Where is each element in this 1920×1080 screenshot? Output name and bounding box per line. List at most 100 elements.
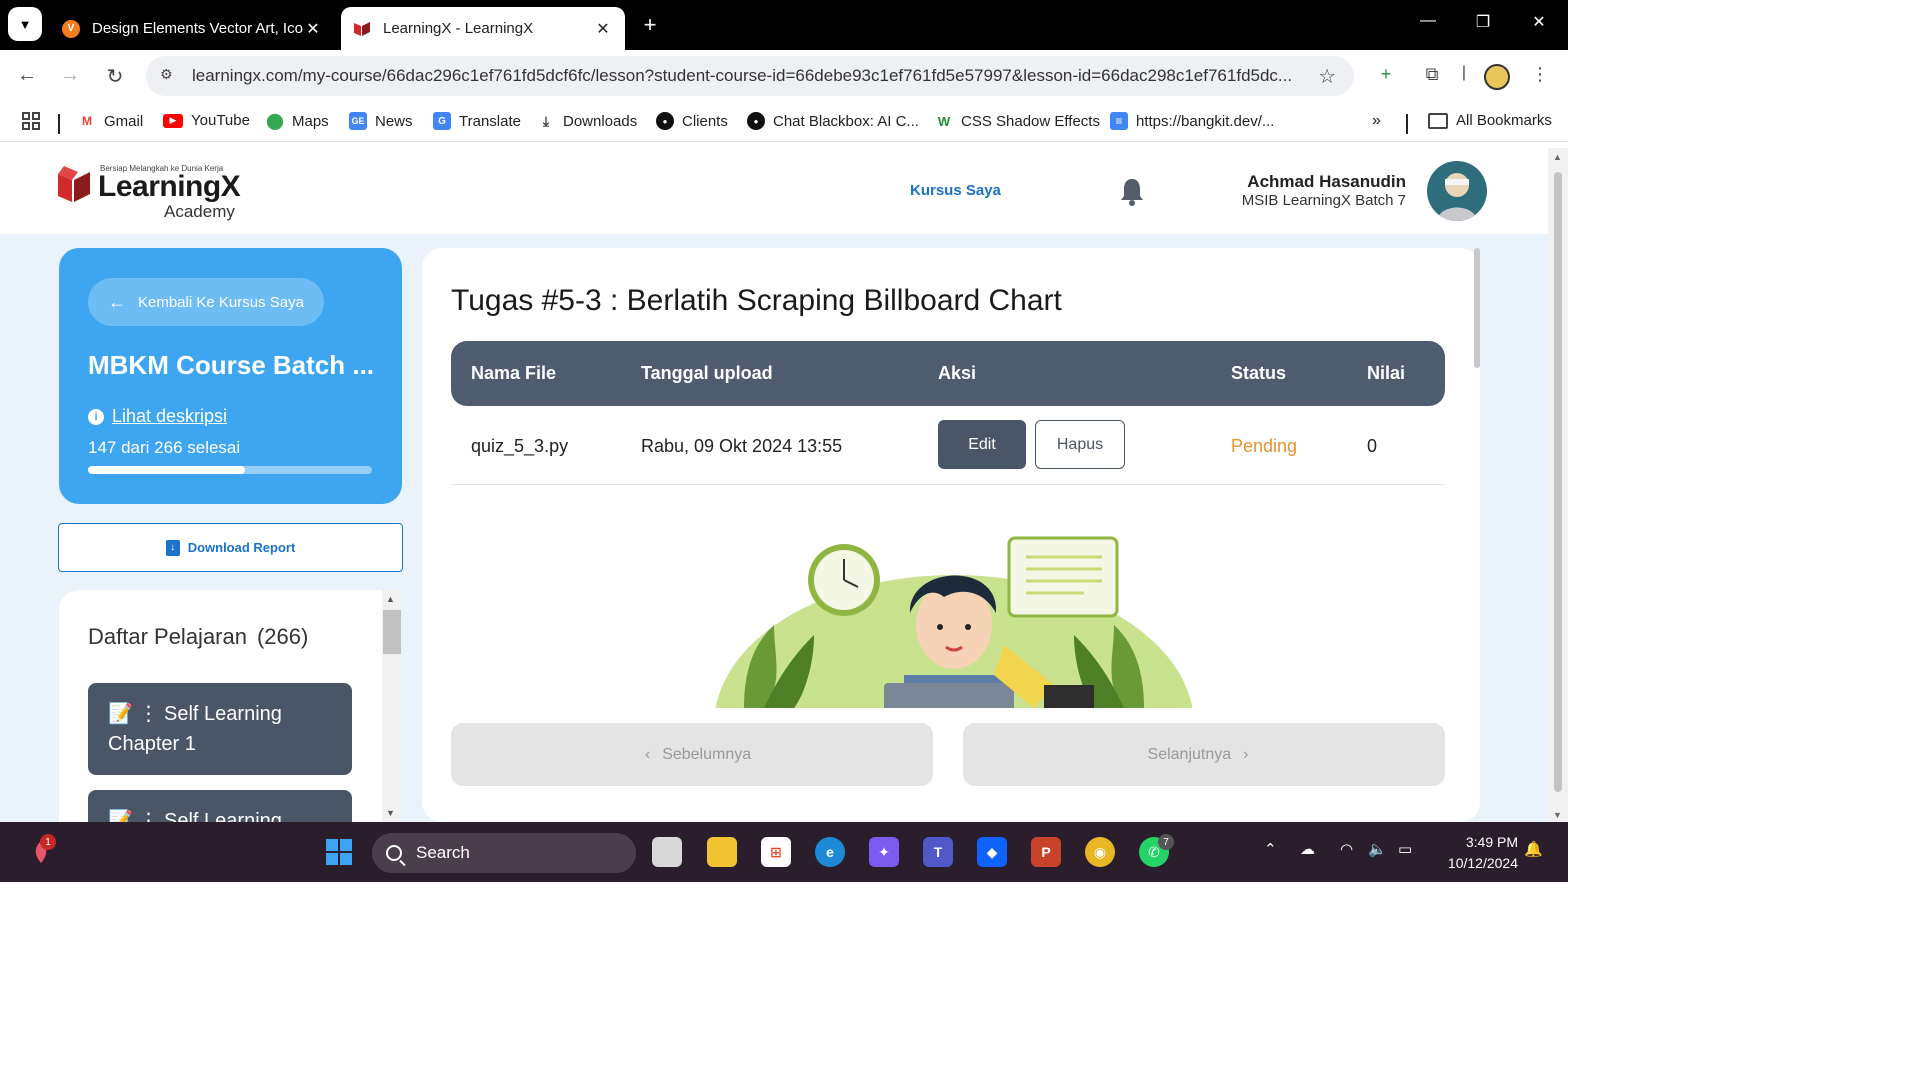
teams-icon[interactable]: T	[923, 837, 953, 867]
file-name-cell: quiz_5_3.py	[471, 436, 569, 456]
bookmark-youtube[interactable]: ▶ YouTube	[163, 112, 250, 129]
bookmark-blackbox[interactable]: ● Chat Blackbox: AI C...	[747, 112, 919, 130]
bookmarks-divider	[58, 114, 60, 134]
notification-bell-icon[interactable]	[1118, 176, 1146, 206]
wifi-icon[interactable]: ◠	[1340, 840, 1353, 858]
user-avatar[interactable]	[1427, 161, 1487, 221]
info-icon: i	[88, 408, 104, 425]
microsoft-store-icon[interactable]: ⊞	[761, 837, 791, 867]
close-tab-icon[interactable]: ✕	[593, 19, 613, 39]
column-header-action: Aksi	[938, 363, 977, 383]
lessons-scrollbar[interactable]: ▲ ▼	[382, 590, 402, 822]
nav-kursus-saya[interactable]: Kursus Saya	[910, 182, 1001, 199]
page-scrollbar[interactable]: ▲ ▼	[1548, 148, 1568, 822]
site-header: Bersiap Melangkah ke Dunia Kerja Learnin…	[0, 148, 1548, 234]
bookmark-bangkit[interactable]: ≡ https://bangkit.dev/...	[1110, 112, 1274, 130]
blackbox-icon: ●	[747, 112, 765, 130]
all-bookmarks-folder[interactable]: All Bookmarks	[1428, 112, 1552, 129]
status-badge: Pending	[1231, 436, 1298, 456]
dropbox-icon[interactable]: ◆	[977, 837, 1007, 867]
bookmark-label: Maps	[292, 112, 329, 130]
bookmark-star-icon[interactable]: ☆	[1318, 64, 1336, 89]
minimize-icon[interactable]: —	[1416, 12, 1440, 30]
vecteezy-icon: V	[62, 19, 80, 38]
scroll-down-icon[interactable]: ▼	[1553, 810, 1562, 820]
copilot-icon[interactable]: ✦	[869, 837, 899, 867]
tab-learningx[interactable]: LearningX - LearningX ✕	[341, 7, 625, 50]
close-tab-icon[interactable]: ✕	[303, 19, 323, 39]
more-bookmarks-icon[interactable]: »	[1372, 112, 1381, 130]
file-explorer-icon[interactable]	[707, 837, 737, 867]
apps-grid-icon[interactable]	[22, 112, 40, 130]
onedrive-cloud-icon[interactable]: ☁	[1300, 840, 1315, 858]
notifications-bell-icon[interactable]: 🔔	[1524, 840, 1543, 858]
table-row: quiz_5_3.py Rabu, 09 Okt 2024 13:55 Edit…	[451, 406, 1445, 485]
bookmark-downloads[interactable]: ⤓ Downloads	[537, 112, 637, 130]
new-tab-button[interactable]: +	[638, 12, 662, 38]
lesson-item[interactable]: 📝 ⋮ Self Learning Chapter 1	[88, 683, 352, 775]
url-input[interactable]: ⚙ learningx.com/my-course/66dac296c1ef76…	[146, 56, 1354, 96]
edge-browser-icon[interactable]: e	[815, 837, 845, 867]
site-info-icon[interactable]: ⚙	[160, 66, 180, 86]
course-title: MBKM Course Batch ...	[88, 350, 375, 380]
web-page: Bersiap Melangkah ke Dunia Kerja Learnin…	[0, 148, 1548, 822]
system-clock[interactable]: 3:49 PM 10/12/2024	[1436, 832, 1518, 874]
task-view-icon[interactable]	[652, 837, 682, 867]
chevron-right-icon: ›	[1243, 745, 1249, 763]
news-icon: GE	[349, 112, 367, 130]
forward-icon[interactable]: →	[58, 64, 82, 87]
edit-button[interactable]: Edit	[938, 420, 1026, 469]
restore-icon[interactable]: ❐	[1471, 12, 1495, 32]
youtube-icon: ▶	[163, 113, 183, 128]
content-scrollbar[interactable]	[1474, 248, 1482, 368]
bookmark-label: YouTube	[191, 112, 250, 129]
scroll-up-icon[interactable]: ▲	[1553, 152, 1562, 162]
windows-start-icon[interactable]	[324, 837, 354, 867]
view-description-link[interactable]: i Lihat deskripsi	[88, 406, 227, 427]
css-icon: W	[937, 113, 951, 129]
learningx-logo[interactable]: Bersiap Melangkah ke Dunia Kerja Learnin…	[58, 162, 258, 222]
powerpoint-icon[interactable]: P	[1031, 837, 1061, 867]
bookmark-clients[interactable]: ● Clients	[656, 112, 728, 130]
back-to-courses-button[interactable]: ← Kembali Ke Kursus Saya	[88, 278, 324, 326]
reload-icon[interactable]: ↻	[103, 64, 127, 89]
bookmark-gmail[interactable]: M Gmail	[78, 112, 143, 130]
tab-search-button[interactable]: ▼	[8, 7, 42, 41]
bookmarks-bar: M Gmail ▶ YouTube ⬤ Maps GE News G Trans…	[0, 102, 1568, 142]
next-lesson-button[interactable]: Selanjutnya ›	[963, 723, 1445, 786]
bookmark-news[interactable]: GE News	[349, 112, 413, 130]
chevron-left-icon: ‹	[644, 745, 651, 763]
submission-table-header: Nama File Tanggal upload Aksi Status Nil…	[451, 341, 1445, 406]
scroll-up-icon[interactable]: ▲	[386, 594, 395, 604]
tab-design-elements[interactable]: V Design Elements Vector Art, Ico ✕	[50, 7, 335, 50]
lesson-item[interactable]: 📝 ⋮ Self Learning	[88, 790, 352, 822]
show-hidden-icons-chevron-up-icon[interactable]: ⌃	[1264, 840, 1277, 858]
download-report-button[interactable]: ↓ Download Report	[58, 523, 403, 572]
logo-brand: LearningX	[98, 170, 241, 203]
lessons-scroll-thumb[interactable]	[383, 610, 401, 654]
back-icon[interactable]: ←	[15, 64, 39, 87]
delete-button[interactable]: Hapus	[1035, 420, 1125, 469]
volume-icon[interactable]: 🔈	[1368, 840, 1387, 858]
address-bar-row: ← → ↻ ⚙ learningx.com/my-course/66dac296…	[0, 50, 1568, 102]
bookmark-css-shadow[interactable]: W CSS Shadow Effects	[935, 112, 1100, 130]
page-scroll-thumb[interactable]	[1554, 172, 1562, 792]
user-name: Achmad Hasanudin	[1247, 172, 1406, 191]
taskbar-search-box[interactable]: Search	[372, 833, 636, 873]
battery-icon[interactable]: ▭	[1398, 840, 1412, 858]
chrome-icon[interactable]: ◉	[1085, 837, 1115, 867]
bookmark-translate[interactable]: G Translate	[433, 112, 521, 130]
close-window-icon[interactable]: ✕	[1527, 12, 1551, 32]
user-role: MSIB LearningX Batch 7	[1241, 192, 1406, 209]
previous-lesson-button[interactable]: ‹ Sebelumnya	[451, 723, 933, 786]
bookmark-maps[interactable]: ⬤ Maps	[266, 112, 329, 131]
extensions-puzzle-icon[interactable]: ⧉	[1420, 64, 1444, 85]
lessons-title-text: Daftar Pelajaran	[88, 624, 247, 649]
next-label: Selanjutnya	[1147, 745, 1232, 763]
content-scroll-thumb[interactable]	[1474, 248, 1480, 368]
more-menu-icon[interactable]: ⋮	[1528, 64, 1552, 85]
profile-avatar-icon[interactable]	[1484, 64, 1510, 90]
scroll-down-icon[interactable]: ▼	[386, 808, 395, 818]
student-illustration	[715, 536, 1193, 708]
extension-plus-icon[interactable]: +	[1374, 64, 1398, 85]
